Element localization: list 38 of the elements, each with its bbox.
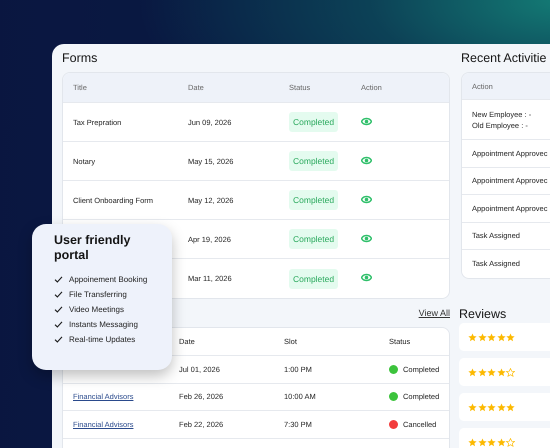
feature-text: Video Meetings [69, 305, 124, 314]
star-icon [487, 332, 496, 342]
star-icon [506, 402, 515, 412]
view-icon[interactable] [361, 234, 372, 242]
view-icon[interactable] [361, 194, 372, 204]
status-badge: Completed [289, 268, 338, 288]
view-icon[interactable] [361, 116, 372, 126]
star-icon [496, 368, 506, 376]
section-title: Forms [62, 50, 98, 67]
status-badge: Completed [289, 112, 338, 132]
status-badge: Completed [289, 151, 338, 171]
star-icon [468, 438, 477, 446]
star-icon [478, 438, 486, 446]
feature-text: Appoinement Booking [69, 275, 148, 284]
star-icon [487, 438, 496, 446]
star-icon [478, 332, 486, 342]
view-icon[interactable] [361, 273, 372, 282]
feature-text: Real-time Updates [69, 335, 136, 344]
star-icon [496, 438, 506, 446]
star-icon [496, 402, 506, 412]
star-icon [468, 332, 477, 342]
star-icon [468, 402, 477, 412]
star-icon [496, 332, 506, 342]
star-icon [487, 368, 496, 376]
section-title: Recent Activitie [461, 50, 548, 67]
star-icon [478, 402, 486, 412]
feature-text: Instants Messaging [69, 320, 138, 329]
feature-text: File Transferring [69, 290, 127, 299]
star-icon [487, 402, 496, 412]
section-title: Reviews [459, 306, 508, 323]
star-icon [478, 368, 486, 376]
view-all-link[interactable]: View All [418, 308, 450, 318]
view-icon[interactable] [361, 156, 372, 164]
status-badge: Completed [289, 229, 338, 249]
card-title: User friendly portal [54, 233, 132, 263]
star-icon [506, 332, 515, 342]
star-icon [468, 368, 477, 376]
status-badge: Completed [289, 190, 338, 210]
